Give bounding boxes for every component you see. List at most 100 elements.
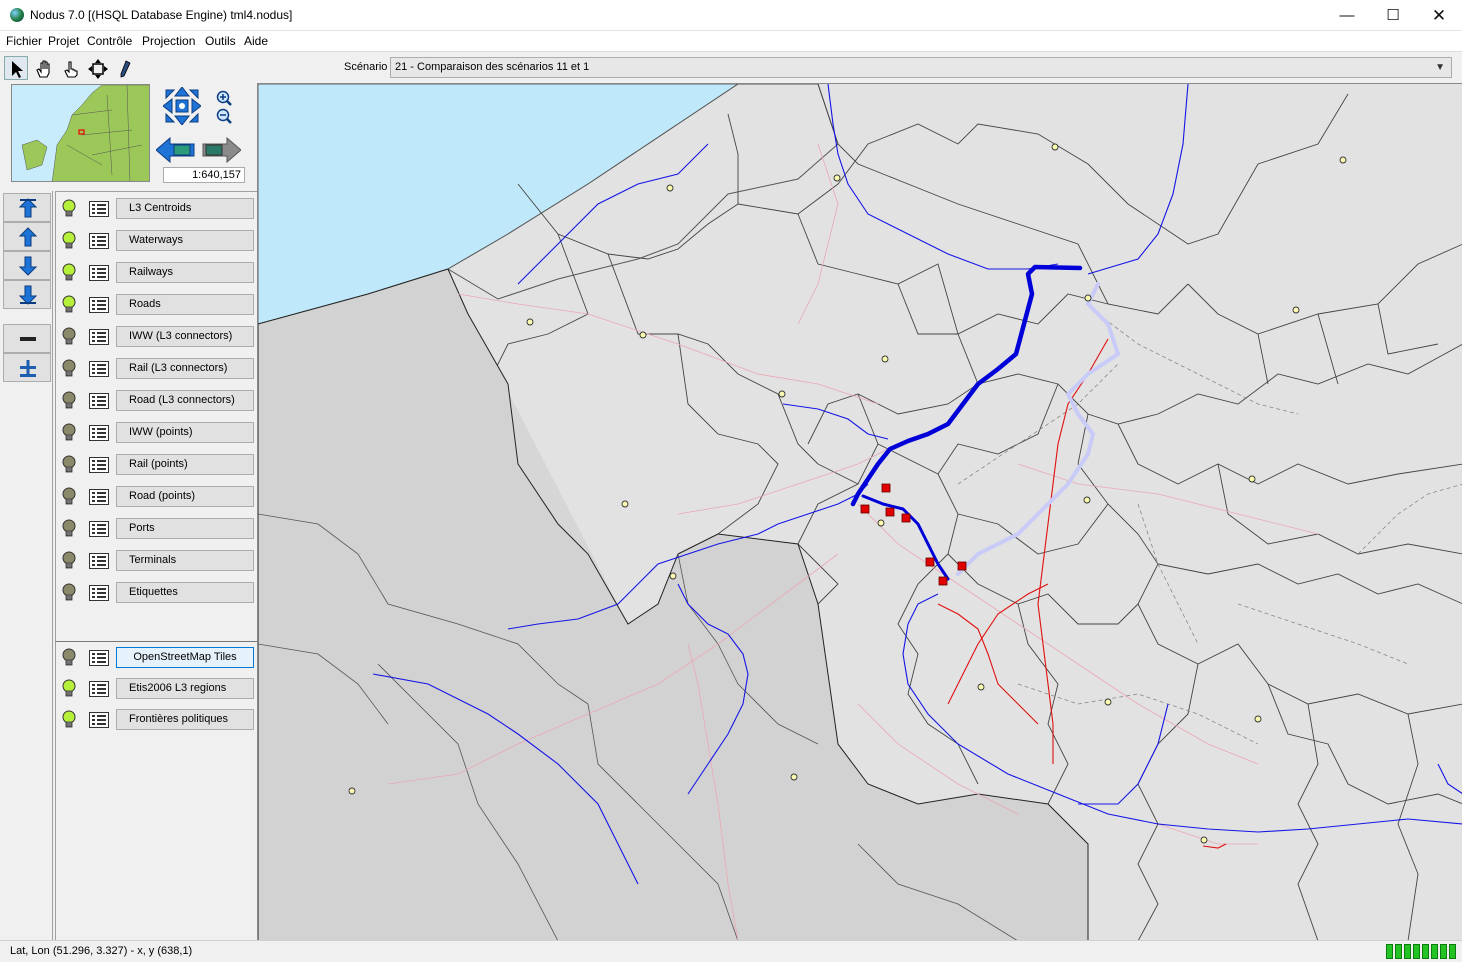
centroid-point (1051, 143, 1059, 151)
legend-icon[interactable] (89, 297, 109, 313)
layer-name-button[interactable]: IWW (points) (116, 422, 254, 443)
zoom-out-icon[interactable] (215, 108, 235, 127)
layer-name-button[interactable]: Etiquettes (116, 582, 254, 603)
select-arrow-icon[interactable] (4, 56, 28, 80)
layer-name-button[interactable]: Etis2006 L3 regions (116, 678, 254, 699)
pan-hand-icon[interactable] (31, 56, 55, 80)
legend-icon[interactable] (89, 553, 109, 569)
layer-name-button[interactable]: Ports (116, 518, 254, 539)
layer-name-button[interactable]: L3 Centroids (116, 198, 254, 219)
centroid-point (669, 572, 677, 580)
close-button[interactable]: ✕ (1416, 0, 1462, 31)
menu-controle[interactable]: Contrôle (87, 34, 132, 48)
chevron-down-icon: ▼ (1435, 62, 1445, 73)
pan-arrows-icon[interactable] (162, 86, 202, 128)
layer-name-button[interactable]: Rail (points) (116, 454, 254, 475)
visibility-bulb-icon[interactable] (61, 295, 77, 315)
maximize-button[interactable]: ☐ (1370, 0, 1416, 31)
layer-name-button[interactable]: Road (points) (116, 486, 254, 507)
legend-icon[interactable] (89, 201, 109, 217)
centroid-point (977, 683, 985, 691)
edit-pen-icon[interactable] (112, 56, 136, 80)
legend-icon[interactable] (89, 681, 109, 697)
visibility-bulb-icon[interactable] (61, 263, 77, 283)
add-layer-button[interactable] (3, 353, 51, 382)
layer-name-button[interactable]: Frontières politiques (116, 709, 254, 730)
move-bottom-button[interactable] (3, 280, 51, 309)
terminal-marker (860, 504, 870, 514)
layer-name-button[interactable]: Roads (116, 294, 254, 315)
menu-projet[interactable]: Projet (48, 34, 79, 48)
layer-name-button[interactable]: IWW (L3 connectors) (116, 326, 254, 347)
zoom-in-icon[interactable] (215, 90, 235, 109)
visibility-bulb-icon[interactable] (61, 487, 77, 507)
legend-icon[interactable] (89, 425, 109, 441)
move-top-button[interactable] (3, 193, 51, 222)
visibility-bulb-icon[interactable] (61, 199, 77, 219)
layer-row: IWW (L3 connectors) (56, 324, 258, 350)
layer-row: Road (L3 connectors) (56, 388, 258, 414)
scenario-label: Scénario (344, 61, 388, 73)
legend-icon[interactable] (89, 457, 109, 473)
remove-layer-button[interactable] (3, 324, 51, 353)
menu-projection[interactable]: Projection (142, 34, 195, 48)
layer-name-button[interactable]: Road (L3 connectors) (116, 390, 254, 411)
visibility-bulb-icon[interactable] (61, 519, 77, 539)
layer-name-button[interactable]: OpenStreetMap Tiles (116, 647, 254, 668)
previous-view-icon[interactable] (155, 136, 196, 166)
legend-icon[interactable] (89, 585, 109, 601)
menu-outils[interactable]: Outils (205, 34, 236, 48)
visibility-bulb-icon[interactable] (61, 710, 77, 730)
terminal-marker (885, 507, 895, 517)
legend-icon[interactable] (89, 361, 109, 377)
application-window: Nodus 7.0 [(HSQL Database Engine) tml4.n… (0, 0, 1462, 962)
menu-fichier[interactable]: Fichier (6, 34, 42, 48)
legend-icon[interactable] (89, 393, 109, 409)
globe-icon (10, 8, 24, 22)
legend-icon[interactable] (89, 329, 109, 345)
visibility-bulb-icon[interactable] (61, 551, 77, 571)
layer-name-button[interactable]: Terminals (116, 550, 254, 571)
background-layer-list: OpenStreetMap Tiles Etis2006 L3 regions Fr… (55, 641, 257, 941)
memory-cell (1422, 944, 1429, 959)
legend-icon[interactable] (89, 650, 109, 666)
visibility-bulb-icon[interactable] (61, 679, 77, 699)
visibility-bulb-icon[interactable] (61, 455, 77, 475)
legend-icon[interactable] (89, 489, 109, 505)
layer-name-button[interactable]: Waterways (116, 230, 254, 251)
layer-name-button[interactable]: Railways (116, 262, 254, 283)
move-down-button[interactable] (3, 251, 51, 280)
move-up-button[interactable] (3, 222, 51, 251)
legend-icon[interactable] (89, 265, 109, 281)
legend-icon[interactable] (89, 233, 109, 249)
layer-row: IWW (points) (56, 420, 258, 446)
centroid-point (621, 500, 629, 508)
map-canvas[interactable] (257, 83, 1462, 940)
centroid-point (348, 787, 356, 795)
layer-row: Railways (56, 260, 258, 286)
layer-row: Frontières politiques (56, 707, 258, 733)
centroid-point (881, 355, 889, 363)
centroid-point (639, 331, 647, 339)
scenario-dropdown[interactable]: 21 - Comparaison des scénarios 11 et 1 ▼ (390, 57, 1452, 78)
visibility-bulb-icon[interactable] (61, 648, 77, 668)
legend-icon[interactable] (89, 521, 109, 537)
next-view-icon[interactable] (201, 136, 242, 166)
visibility-bulb-icon[interactable] (61, 327, 77, 347)
centroid-point (526, 318, 534, 326)
layer-name-button[interactable]: Rail (L3 connectors) (116, 358, 254, 379)
visibility-bulb-icon[interactable] (61, 231, 77, 251)
pointer-hand-icon[interactable] (58, 56, 82, 80)
legend-icon[interactable] (89, 712, 109, 728)
overview-map[interactable] (11, 84, 150, 182)
visibility-bulb-icon[interactable] (61, 583, 77, 603)
visibility-bulb-icon[interactable] (61, 391, 77, 411)
menu-aide[interactable]: Aide (244, 34, 268, 48)
minimize-button[interactable]: — (1324, 0, 1370, 31)
visibility-bulb-icon[interactable] (61, 359, 77, 379)
terminal-marker (925, 557, 935, 567)
layer-order-bar (0, 191, 53, 941)
zoom-extent-icon[interactable] (85, 56, 109, 80)
visibility-bulb-icon[interactable] (61, 423, 77, 443)
centroid-point (790, 773, 798, 781)
